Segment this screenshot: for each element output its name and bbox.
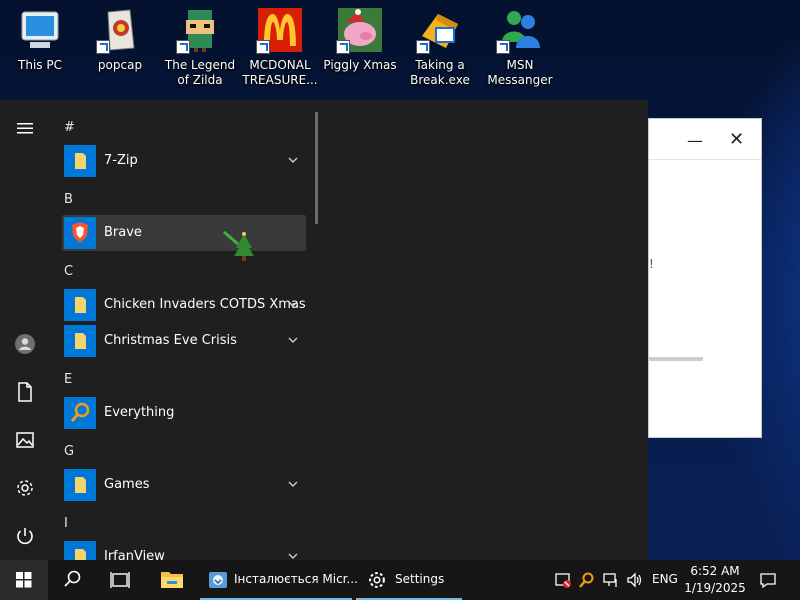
folder-icon — [64, 289, 96, 321]
desktop-icon-label: Piggly Xmas — [323, 58, 397, 72]
app-item-games[interactable]: Games — [62, 467, 306, 503]
search-magnifier-icon — [64, 397, 96, 429]
window-titlebar: — ✕ — [649, 119, 761, 160]
notification-center-icon[interactable] — [758, 570, 778, 590]
folder-icon — [64, 541, 96, 560]
documents-icon[interactable] — [13, 380, 37, 404]
app-item-label: Chicken Invaders COTDS Xmas — [104, 297, 306, 312]
desktop-icon-taking-a-break[interactable]: Taking a Break.exe — [402, 4, 478, 88]
app-item-7zip[interactable]: 7-Zip — [62, 143, 306, 179]
desktop-icon-label: MSN Messanger — [487, 58, 553, 87]
group-header-hash[interactable]: # — [64, 120, 75, 135]
app-item-label: IrfanView — [104, 549, 165, 560]
chevron-down-icon[interactable] — [286, 333, 300, 347]
app-item-christmas-eve-crisis[interactable]: Christmas Eve Crisis — [62, 323, 306, 359]
chevron-down-icon[interactable] — [286, 477, 300, 491]
clock-time: 6:52 AM — [690, 564, 740, 578]
power-icon[interactable] — [13, 524, 37, 548]
chevron-down-icon[interactable] — [286, 297, 300, 311]
pictures-icon[interactable] — [13, 428, 37, 452]
desktop-icon-piggly-xmas[interactable]: Piggly Xmas — [322, 4, 398, 73]
app-item-everything[interactable]: Everything — [62, 395, 306, 431]
background-dialog-window[interactable]: — ✕ ! — [648, 118, 762, 438]
taskbar-item-label: Інсталюється Micr... — [234, 572, 358, 586]
desktop-icon-label: MCDONAL TREASURE... — [242, 58, 318, 87]
clock[interactable]: 6:52 AM 1/19/2025 — [682, 563, 748, 597]
app-list: # 7-Zip B Brave C Chicken Invaders COTDS… — [50, 100, 314, 560]
folder-icon — [64, 325, 96, 357]
group-header-e[interactable]: E — [64, 372, 72, 387]
user-icon[interactable] — [13, 332, 37, 356]
desktop-icon-label: popcap — [97, 58, 143, 72]
app-list-scrollbar[interactable] — [315, 112, 318, 224]
network-icon[interactable] — [602, 571, 620, 589]
language-indicator[interactable]: ENG — [652, 572, 678, 586]
desktop-icon-label: This PC — [18, 58, 62, 72]
chevron-down-icon[interactable] — [286, 153, 300, 167]
app-item-chicken-invaders[interactable]: Chicken Invaders COTDS Xmas — [62, 287, 306, 323]
app-item-label: Everything — [104, 405, 175, 420]
taskbar-item-installer[interactable]: Інсталюється Micr... — [200, 560, 358, 600]
windows-logo-icon — [16, 572, 32, 588]
everything-tray-icon[interactable] — [578, 571, 596, 589]
search-icon[interactable] — [48, 560, 96, 600]
tray-app-icon[interactable] — [554, 571, 572, 589]
group-header-i[interactable]: I — [64, 516, 68, 531]
app-item-label: 7-Zip — [104, 153, 138, 168]
close-button[interactable]: ✕ — [729, 129, 744, 150]
chevron-down-icon[interactable] — [286, 549, 300, 560]
mcdonalds-icon — [256, 6, 304, 54]
app-item-label: Christmas Eve Crisis — [104, 333, 237, 348]
desktop-icon-label: The Legend of Zilda — [164, 58, 236, 87]
app-item-label: Brave — [104, 225, 142, 240]
desktop-icon-popcap[interactable]: popcap — [82, 4, 158, 73]
folder-icon — [64, 145, 96, 177]
taskbar-item-label: Settings — [395, 572, 445, 586]
dialog-partial-text: ! — [649, 257, 654, 271]
gear-icon[interactable] — [13, 476, 37, 500]
folder-icon — [64, 469, 96, 501]
clock-date: 1/19/2025 — [684, 581, 746, 595]
start-button[interactable] — [0, 560, 48, 600]
file-explorer-icon[interactable] — [148, 560, 196, 600]
this-pc-icon — [16, 6, 64, 54]
group-header-g[interactable]: G — [64, 444, 74, 459]
desktop-icon-label: Taking a Break.exe — [410, 58, 470, 87]
piggly-xmas-icon — [336, 6, 384, 54]
hamburger-icon[interactable] — [13, 116, 37, 140]
start-menu-rail — [0, 100, 50, 560]
christmas-tree-cursor-icon — [220, 228, 260, 268]
taskbar-item-settings[interactable]: Settings — [356, 560, 462, 600]
brave-icon — [64, 217, 96, 249]
progress-bar — [649, 357, 703, 361]
installer-icon — [209, 572, 227, 588]
app-item-label: Games — [104, 477, 150, 492]
desktop-icon-legend-of-zilda[interactable]: The Legend of Zilda — [162, 4, 238, 88]
app-item-irfanview[interactable]: IrfanView — [62, 539, 306, 560]
popcap-icon — [96, 6, 144, 54]
task-view-icon[interactable] — [96, 560, 144, 600]
start-menu: # 7-Zip B Brave C Chicken Invaders COTDS… — [0, 100, 648, 560]
desktop-icon-mcdonalds[interactable]: MCDONAL TREASURE... — [242, 4, 318, 88]
volume-icon[interactable] — [626, 571, 644, 589]
taskbar: Інсталюється Micr... Settings ENG 6:52 A… — [0, 560, 800, 600]
app-item-brave[interactable]: Brave — [62, 215, 306, 251]
minimize-button[interactable]: — — [687, 131, 703, 150]
legend-of-zilda-icon — [176, 6, 224, 54]
group-header-b[interactable]: B — [64, 192, 73, 207]
group-header-c[interactable]: C — [64, 264, 73, 279]
taking-a-break-icon — [416, 6, 464, 54]
gear-icon — [369, 572, 385, 588]
desktop-icon-this-pc[interactable]: This PC — [2, 4, 78, 73]
desktop-icon-msn-messenger[interactable]: MSN Messanger — [482, 4, 558, 88]
msn-messenger-icon — [496, 6, 544, 54]
